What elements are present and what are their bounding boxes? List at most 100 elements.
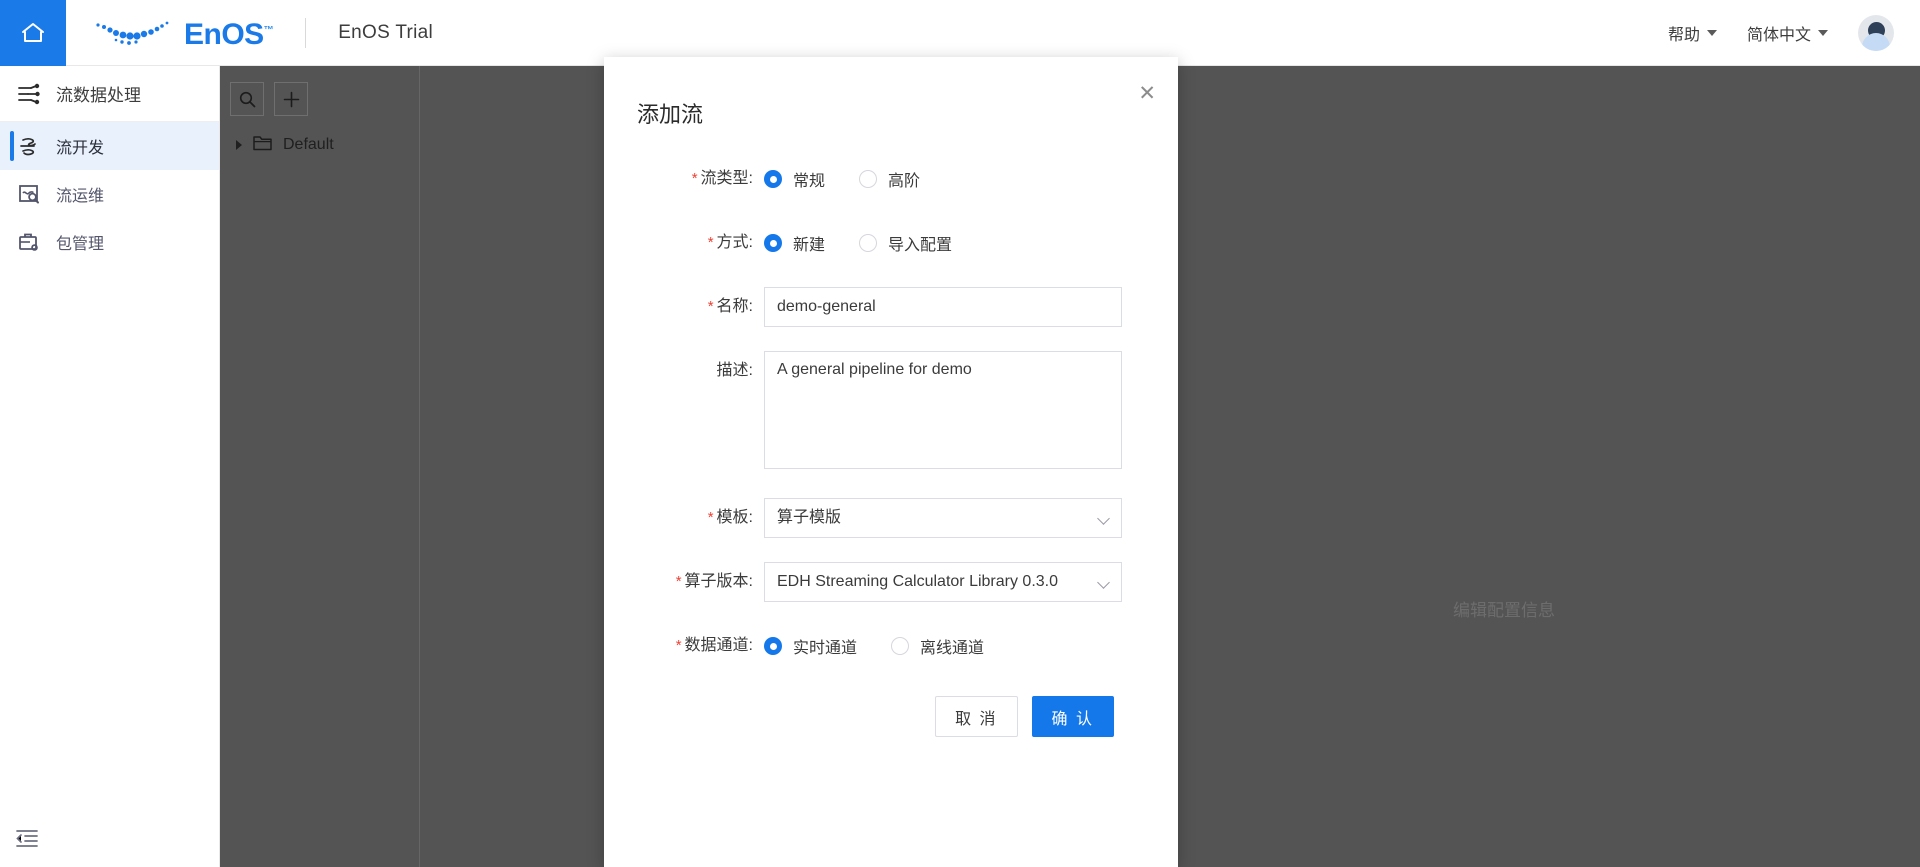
header-actions: 帮助 简体中文 (1668, 14, 1920, 51)
dialog-footer: 取 消 确 认 (604, 690, 1146, 737)
sidebar: 流数据处理 流开发 流运维 包管理 (0, 66, 220, 867)
template-select-value: 算子模版 (777, 509, 842, 526)
sidebar-item-label: 包管理 (56, 236, 105, 253)
radio-dot[interactable] (891, 637, 910, 655)
data-channel-control: 实时通道 离线通道 (764, 626, 1146, 666)
operator-version-control: EDH Streaming Calculator Library 0.3.0 (764, 562, 1146, 602)
chevron-right-icon[interactable] (236, 140, 242, 150)
chevron-down-icon (1818, 29, 1828, 36)
brand-wordmark: EnOS™ (184, 19, 274, 50)
add-flow-button[interactable] (274, 82, 308, 116)
required-star: * (691, 170, 698, 187)
sidebar-item-stream-dev[interactable]: 流开发 (0, 122, 219, 170)
radio-dot-selected[interactable] (764, 637, 782, 655)
field-row-method: * 方式: 新建 导入配置 (604, 223, 1146, 263)
data-channel-radio-group: 实时通道 离线通道 (764, 626, 1146, 666)
close-icon[interactable]: ✕ (1138, 83, 1156, 104)
chevron-down-icon[interactable] (1097, 576, 1110, 589)
field-row-data-channel: * 数据通道: 实时通道 离线通道 (604, 626, 1146, 666)
radio-flow-type-regular[interactable]: 常规 (764, 167, 825, 191)
data-channel-label-text: 数据通道 (684, 637, 749, 654)
flow-type-control: 常规 高阶 (764, 159, 1146, 199)
dialog-title: 添加流 (637, 102, 704, 127)
help-label: 帮助 (1667, 26, 1700, 44)
field-row-operator-version: * 算子版本: EDH Streaming Calculator Library … (604, 562, 1146, 602)
method-label-text: 方式 (716, 234, 749, 251)
description-textarea[interactable] (764, 351, 1122, 469)
description-label: 描述: (716, 362, 753, 379)
plus-icon (283, 91, 299, 107)
radio-dot[interactable] (859, 170, 878, 188)
radio-label: 新建 (793, 237, 826, 254)
enos-logo: EnOS™ (92, 16, 274, 50)
package-manage-icon (18, 231, 40, 253)
radio-method-new[interactable]: 新建 (764, 231, 825, 255)
collapse-sidebar-button[interactable] (16, 828, 38, 853)
name-label-text: 名称 (716, 298, 749, 315)
flow-type-radio-group: 常规 高阶 (764, 159, 1146, 199)
method-radio-group: 新建 导入配置 (764, 223, 1146, 263)
data-channel-label: * 数据通道: (675, 637, 753, 654)
method-label: * 方式: (707, 234, 753, 251)
language-label: 简体中文 (1746, 26, 1811, 44)
stream-dev-icon (18, 135, 40, 157)
chevron-down-icon (1706, 29, 1717, 36)
name-label: * 名称: (707, 298, 753, 315)
template-label: * 模板: (707, 509, 753, 526)
search-button[interactable] (230, 82, 264, 116)
field-row-flow-type: * 流类型: 常规 高阶 (604, 159, 1146, 199)
header-divider (305, 17, 307, 48)
help-menu[interactable]: 帮助 (1668, 21, 1717, 45)
brand-area[interactable]: EnOS™ EnOS Trial (92, 16, 433, 50)
required-star: * (707, 234, 714, 251)
tree-node-default[interactable]: Default (220, 116, 419, 156)
enos-swoosh-icon (96, 21, 169, 45)
operator-version-select-value: EDH Streaming Calculator Library 0.3.0 (777, 573, 1059, 590)
operator-version-label: * 算子版本: (675, 573, 753, 590)
brand-tm: ™ (263, 24, 274, 36)
sidebar-item-label: 流开发 (56, 140, 105, 157)
flow-type-label: * 流类型: (691, 170, 753, 187)
home-icon (22, 22, 44, 42)
language-menu[interactable]: 简体中文 (1747, 21, 1828, 45)
search-icon (239, 91, 255, 107)
cancel-button[interactable]: 取 消 (935, 696, 1018, 737)
sidebar-section-title: 流数据处理 (56, 86, 141, 105)
sidebar-section-header: 流数据处理 (0, 66, 219, 122)
avatar[interactable] (1858, 14, 1894, 51)
field-row-template: * 模板: 算子模版 (604, 498, 1146, 538)
radio-label: 离线通道 (920, 640, 985, 657)
radio-dot-selected[interactable] (764, 234, 782, 252)
flow-type-label-text: 流类型 (700, 170, 749, 187)
operator-version-label-text: 算子版本 (684, 573, 749, 590)
radio-dot[interactable] (859, 234, 878, 252)
sidebar-item-stream-ops[interactable]: 流运维 (0, 170, 219, 218)
folder-icon (253, 134, 272, 156)
description-control (764, 351, 1146, 474)
radio-label: 常规 (793, 173, 826, 190)
template-select[interactable]: 算子模版 (764, 498, 1122, 538)
collapse-sidebar-icon (16, 830, 38, 847)
operator-version-select[interactable]: EDH Streaming Calculator Library 0.3.0 (764, 562, 1122, 602)
template-control: 算子模版 (764, 498, 1146, 538)
radio-label: 高阶 (888, 173, 921, 190)
confirm-button[interactable]: 确 认 (1031, 696, 1114, 737)
required-star: * (675, 637, 682, 654)
name-input[interactable] (764, 287, 1122, 327)
home-button[interactable] (0, 0, 66, 66)
radio-channel-realtime[interactable]: 实时通道 (764, 634, 857, 658)
required-star: * (707, 509, 714, 526)
sidebar-item-package-manage[interactable]: 包管理 (0, 218, 219, 266)
add-flow-form: * 流类型: 常规 高阶 * 方式: 新建 导入配置 * 名称: demo-ge… (604, 129, 1178, 737)
radio-flow-type-advanced[interactable]: 高阶 (859, 167, 920, 191)
radio-label: 实时通道 (793, 640, 858, 657)
tree-toolbar (220, 66, 419, 116)
name-control (764, 287, 1146, 327)
radio-channel-offline[interactable]: 离线通道 (891, 634, 984, 658)
chevron-down-icon[interactable] (1097, 512, 1110, 525)
radio-dot-selected[interactable] (764, 170, 782, 188)
radio-method-import[interactable]: 导入配置 (859, 231, 952, 255)
avatar-body (1862, 32, 1890, 51)
required-star: * (675, 573, 682, 590)
required-star: * (707, 298, 714, 315)
